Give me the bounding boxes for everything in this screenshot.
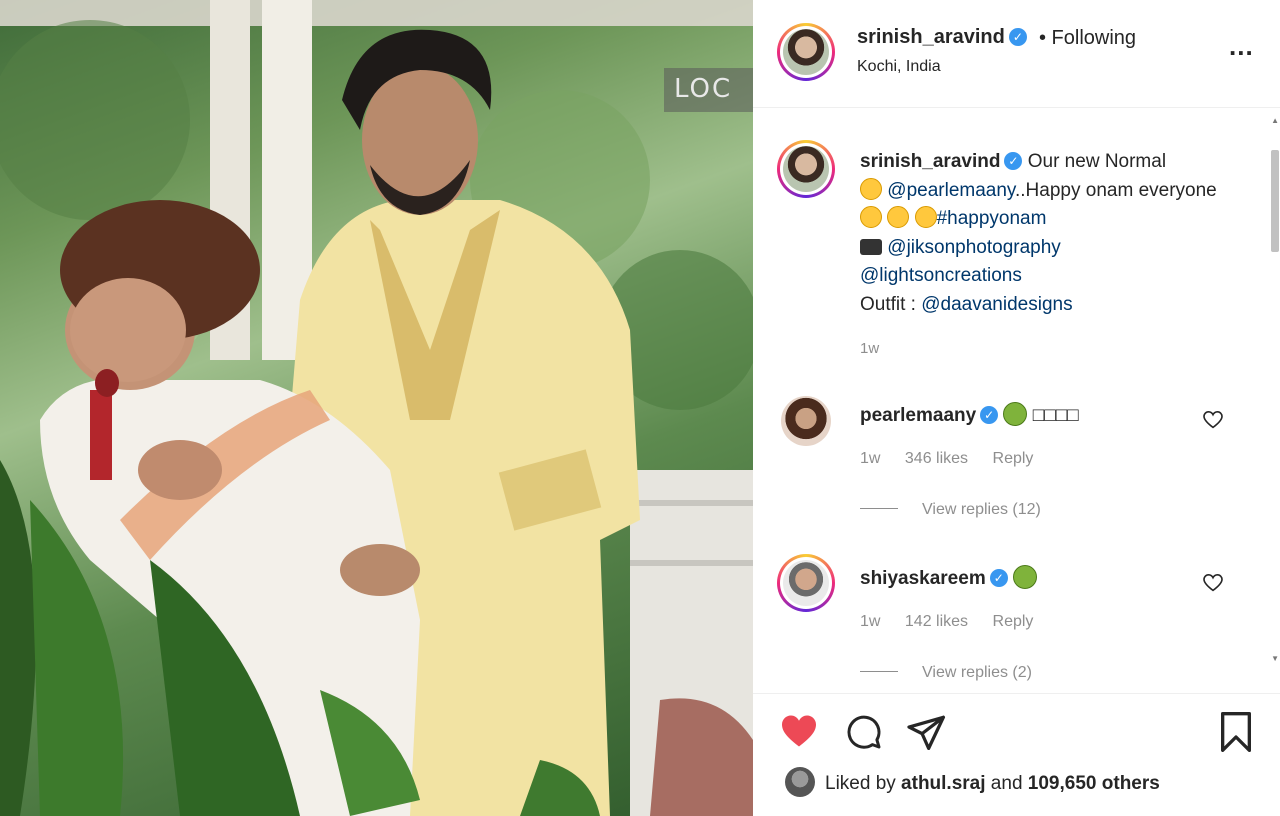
photo-illustration [0,0,753,816]
comment-time[interactable]: 1w [860,613,880,630]
comment-likes[interactable]: 346 likes [905,450,968,467]
comment-like-icon[interactable] [1203,411,1223,429]
caption-line2: ..Happy onam everyone [1015,179,1217,201]
comment-username[interactable]: shiyaskareem [860,568,986,589]
replies-divider [860,671,898,672]
comment-row: pearlemaany ✓ □□□□ [860,402,1079,427]
comment-username[interactable]: pearlemaany [860,405,976,426]
comment-avatar[interactable] [777,554,835,612]
comment-text: □□□□ [1032,405,1079,426]
verified-icon: ✓ [989,569,1008,587]
more-icon[interactable]: ... [1229,33,1254,59]
bookmark-icon[interactable] [1219,712,1253,752]
author-username-row[interactable]: srinish_aravind ✓ [857,26,1027,49]
comment-like-icon[interactable] [1203,574,1223,592]
likes-others-count[interactable]: 109,650 others [1028,773,1160,794]
emoji-icon [860,206,882,228]
share-icon[interactable] [907,714,947,750]
author-username[interactable]: srinish_aravind [857,26,1005,48]
photo-watermark: LOC [664,68,753,112]
caption-text: srinish_aravind ✓ Our new Normal @pearlem… [860,148,1240,319]
caption-username[interactable]: srinish_aravind [860,151,1000,172]
verified-icon: ✓ [980,406,999,424]
liker-username[interactable]: athul.sraj [901,773,985,794]
post-photo[interactable]: LOC [0,0,753,816]
comment-row: shiyaskareem ✓ [860,565,1037,590]
liker-avatar[interactable] [785,767,815,797]
view-replies-label[interactable]: View replies (12) [922,501,1041,518]
outfit-label: Outfit : [860,293,922,315]
comment-meta: 1w 142 likes Reply [860,613,1053,631]
hashtag-link[interactable]: #happyonam [937,208,1047,229]
mention-link[interactable]: @daavanidesigns [921,294,1072,315]
scroll-down-arrow[interactable]: ▼ [1271,654,1279,663]
replies-divider [860,508,898,509]
comment-likes[interactable]: 142 likes [905,613,968,630]
heart-icon[interactable] [780,714,818,748]
comment-reply-button[interactable]: Reply [993,613,1034,630]
comment-avatar[interactable] [781,396,831,446]
view-replies-button[interactable]: View replies (12) [860,501,1041,519]
scroll-up-arrow[interactable]: ▲ [1271,116,1279,125]
post-location[interactable]: Kochi, India [857,58,941,76]
comment-time[interactable]: 1w [860,450,880,467]
mention-link[interactable]: @jiksonphotography [882,237,1061,258]
caption-time[interactable]: 1w [860,340,879,357]
following-button[interactable]: • Following [1039,27,1136,50]
comment-icon[interactable] [845,714,883,750]
post-side-panel: srinish_aravind ✓ • Following Kochi, Indi… [753,0,1280,816]
post-actions: Liked by athul.sraj and 109,650 others [753,693,1280,816]
mention-link[interactable]: @lightsoncreations [860,265,1022,286]
caption-avatar[interactable] [777,140,835,198]
comment-meta: 1w 346 likes Reply [860,450,1053,468]
emoji-icon [914,206,937,228]
emoji-icon [1013,565,1037,589]
caption-line1: Our new Normal [1022,151,1167,172]
post-header: srinish_aravind ✓ • Following Kochi, Indi… [753,0,1280,108]
likes-middle: and [985,773,1028,794]
camera-emoji-icon [860,238,882,255]
emoji-icon [860,177,882,200]
likes-prefix: Liked by [825,773,902,794]
likes-summary[interactable]: Liked by athul.sraj and 109,650 others [825,773,1160,795]
view-replies-label[interactable]: View replies (2) [922,664,1032,681]
mention-link[interactable]: @pearlemaany [882,180,1015,201]
verified-icon: ✓ [1004,152,1023,170]
comment-reply-button[interactable]: Reply [993,450,1034,467]
author-avatar[interactable] [777,23,835,81]
emoji-icon [1003,402,1028,426]
view-replies-button[interactable]: View replies (2) [860,664,1032,682]
scrollbar-thumb[interactable] [1271,150,1279,252]
emoji-icon [887,206,910,228]
comments-section[interactable]: srinish_aravind ✓ Our new Normal @pearlem… [753,108,1280,693]
verified-icon: ✓ [1008,28,1027,46]
